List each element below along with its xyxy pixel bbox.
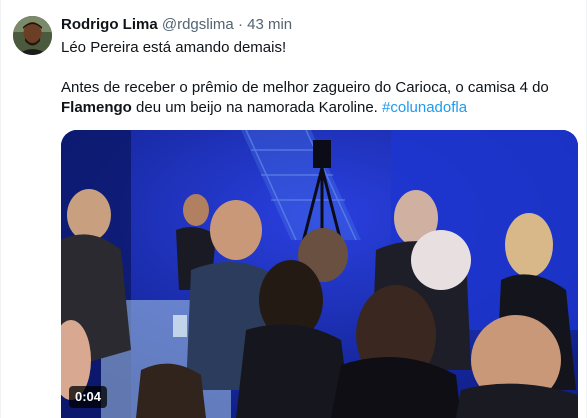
tweet[interactable]: Rodrigo Lima @rdgslima · 43 min Léo Pere… — [0, 0, 587, 418]
avatar[interactable] — [13, 16, 52, 55]
tweet-text-paragraph-2: Antes de receber o prêmio de melhor zagu… — [61, 78, 576, 118]
separator-dot: · — [237, 16, 243, 33]
author-name[interactable]: Rodrigo Lima — [61, 16, 158, 33]
video-duration-badge: 0:04 — [69, 386, 108, 408]
tweet-text-part: Antes de receber o prêmio de melhor zagu… — [61, 79, 549, 96]
timestamp[interactable]: 43 min — [247, 16, 292, 33]
tweet-text-part: deu um beijo na namorada Karoline. — [131, 99, 383, 116]
hashtag-link[interactable]: #colunadofla — [382, 99, 467, 116]
video-frame — [61, 130, 578, 418]
video-player[interactable] — [61, 130, 578, 418]
tweet-header: Rodrigo Lima @rdgslima · 43 min — [61, 15, 292, 35]
tweet-text: Léo Pereira está amando demais! Antes de… — [61, 38, 576, 118]
author-handle[interactable]: @rdgslima — [162, 16, 234, 33]
tweet-text-line-1: Léo Pereira está amando demais! — [61, 39, 287, 56]
tweet-text-bold: Flamengo — [61, 99, 132, 116]
avatar-image — [13, 16, 52, 55]
